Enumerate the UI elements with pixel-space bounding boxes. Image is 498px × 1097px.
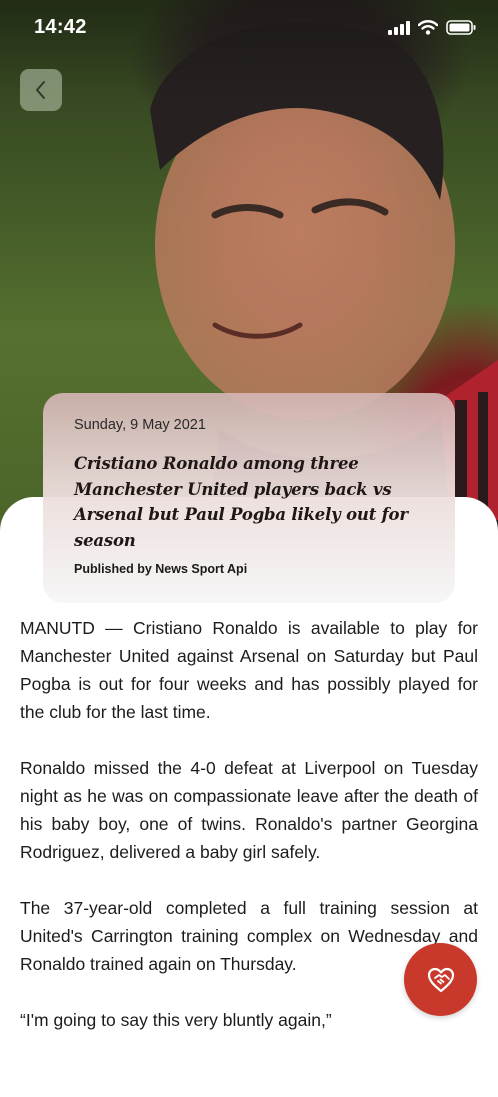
status-bar: 14:42 <box>0 0 498 56</box>
article-summary-card: Sunday, 9 May 2021 Cristiano Ronaldo amo… <box>43 393 455 603</box>
article-title: Cristiano Ronaldo among three Manchester… <box>74 454 408 550</box>
article-paragraph: “I'm going to say this very bluntly agai… <box>20 1010 332 1030</box>
status-icons <box>388 20 476 35</box>
battery-icon <box>446 20 476 35</box>
article-date: Sunday, 9 May 2021 <box>74 417 206 433</box>
article-publisher: Published by News Sport Api <box>74 562 248 576</box>
back-button[interactable] <box>20 69 62 111</box>
chevron-left-icon <box>36 81 45 99</box>
status-time: 14:42 <box>34 16 87 38</box>
signal-icon <box>388 20 410 35</box>
heart-handshake-icon <box>427 967 454 992</box>
article-paragraph: Ronaldo missed the 4-0 defeat at Liverpo… <box>20 758 478 862</box>
wifi-icon <box>418 20 438 35</box>
article-paragraph: MANUTD — Cristiano Ronaldo is available … <box>20 618 478 722</box>
favorite-button[interactable] <box>404 943 477 1016</box>
